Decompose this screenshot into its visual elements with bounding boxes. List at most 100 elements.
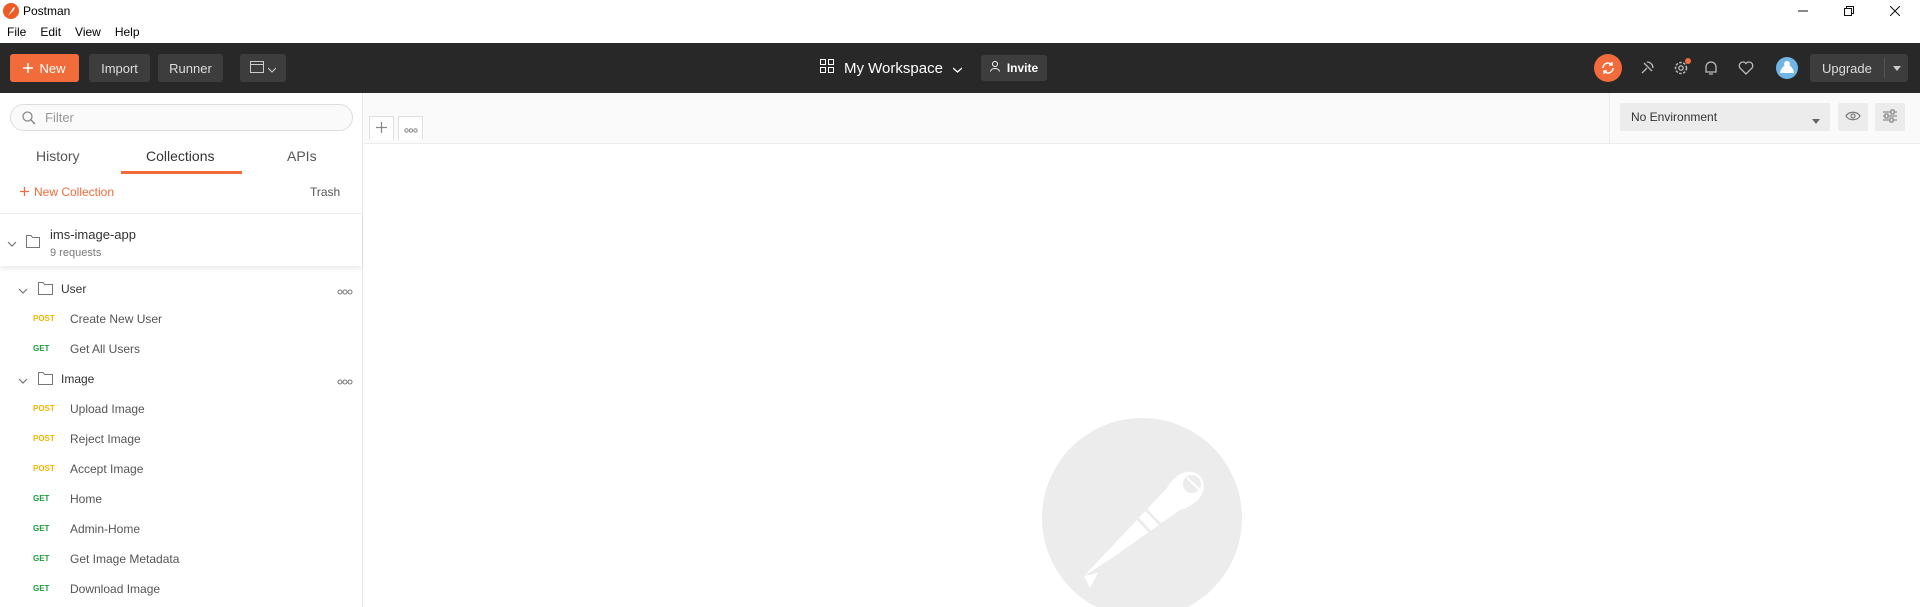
request-item[interactable]: POST Create New User: [0, 305, 362, 333]
plus-icon: [23, 61, 34, 76]
menu-view[interactable]: View: [68, 22, 108, 42]
request-name: Download Image: [70, 582, 161, 596]
new-button[interactable]: New: [10, 54, 79, 82]
method-badge: GET: [33, 554, 50, 563]
chevron-down-icon[interactable]: [18, 284, 28, 298]
plus-icon: [376, 121, 387, 136]
new-window-icon: [250, 60, 264, 76]
invite-button-label: Invite: [1006, 61, 1039, 75]
chevron-down-icon[interactable]: [1892, 61, 1902, 78]
new-collection-label: New Collection: [34, 185, 115, 199]
sliders-icon: [1882, 109, 1898, 126]
tab-collections[interactable]: Collections: [146, 148, 214, 164]
folder-icon: [38, 372, 53, 388]
upgrade-button-label: Upgrade: [1822, 60, 1872, 76]
collection-item[interactable]: ims-image-app 9 requests: [0, 213, 362, 266]
method-badge: POST: [33, 404, 55, 413]
bell-icon[interactable]: [1701, 58, 1721, 78]
folder-icon: [38, 282, 53, 298]
more-icon[interactable]: [337, 284, 353, 298]
environment-label: No Environment: [1631, 110, 1718, 124]
new-collection-button[interactable]: New Collection: [20, 185, 114, 199]
import-button[interactable]: Import: [89, 54, 150, 82]
request-item[interactable]: POST Accept Image: [0, 455, 362, 483]
tab-history[interactable]: History: [36, 148, 80, 164]
sidebar: History Collections APIs New Collection …: [0, 93, 363, 607]
new-button-label: New: [39, 60, 66, 76]
menu-bar: File Edit View Help: [0, 22, 147, 42]
request-item[interactable]: GET Admin-Home: [0, 515, 362, 543]
folder-icon: [26, 234, 42, 251]
request-item[interactable]: GET Download Image: [0, 575, 362, 603]
grid-icon: [820, 59, 834, 77]
heart-icon[interactable]: [1736, 58, 1756, 78]
divider: [1609, 93, 1610, 144]
add-user-icon: [989, 61, 1002, 75]
method-badge: GET: [33, 524, 50, 533]
request-item[interactable]: GET Get All Users: [0, 335, 362, 363]
filter-box[interactable]: [10, 104, 353, 131]
method-badge: GET: [33, 494, 50, 503]
gear-icon[interactable]: [1671, 58, 1691, 78]
menu-file[interactable]: File: [0, 22, 33, 42]
new-window-button[interactable]: [240, 54, 286, 82]
tab-apis[interactable]: APIs: [287, 148, 317, 164]
method-badge: POST: [33, 434, 55, 443]
minimize-icon[interactable]: [1780, 0, 1826, 22]
filter-input[interactable]: [45, 108, 335, 127]
folder-name: Image: [61, 372, 95, 386]
environment-select[interactable]: No Environment: [1620, 103, 1830, 131]
request-name: Home: [70, 492, 103, 506]
method-badge: POST: [33, 464, 55, 473]
more-icon[interactable]: [337, 374, 353, 388]
eye-icon: [1845, 110, 1861, 124]
request-item[interactable]: GET Get Image Metadata: [0, 545, 362, 573]
satellite-icon[interactable]: [1637, 58, 1657, 78]
request-tab-bar: No Environment: [364, 93, 1920, 144]
maximize-icon[interactable]: [1826, 0, 1872, 22]
app-header: New Import Runner My Workspace Invite Up…: [0, 43, 1920, 93]
method-badge: GET: [33, 584, 50, 593]
active-tab-indicator: [121, 171, 242, 174]
sync-icon[interactable]: [1594, 54, 1622, 82]
chevron-down-icon[interactable]: [18, 374, 28, 388]
method-badge: POST: [33, 314, 55, 323]
request-name: Upload Image: [70, 402, 145, 416]
main-content: No Environment: [364, 93, 1920, 607]
request-name: Get Image Metadata: [70, 552, 180, 566]
divider: [1884, 58, 1885, 78]
request-name: Accept Image: [70, 462, 144, 476]
plus-icon: [20, 185, 29, 199]
request-item[interactable]: POST Upload Image: [0, 395, 362, 423]
environment-quick-look-button[interactable]: [1838, 103, 1868, 131]
notification-dot: [1685, 58, 1691, 64]
avatar[interactable]: [1776, 57, 1798, 79]
menu-edit[interactable]: Edit: [33, 22, 68, 42]
collection-name: ims-image-app: [50, 227, 136, 242]
menu-help[interactable]: Help: [108, 22, 147, 42]
request-name: Create New User: [70, 312, 163, 326]
folder-name: User: [61, 282, 87, 296]
new-tab-button[interactable]: [369, 116, 394, 140]
chevron-down-icon[interactable]: [7, 237, 17, 251]
invite-button[interactable]: Invite: [981, 55, 1047, 81]
folder-row[interactable]: Image: [0, 365, 362, 393]
manage-environments-button[interactable]: [1875, 103, 1905, 131]
chevron-down-icon: [267, 61, 277, 76]
workspace-switcher[interactable]: My Workspace: [820, 55, 963, 81]
request-name: Admin-Home: [70, 522, 141, 536]
workspace-label: My Workspace: [844, 59, 943, 77]
trash-link[interactable]: Trash: [310, 185, 340, 199]
request-item[interactable]: GET Home: [0, 485, 362, 513]
postman-logo-icon: [1042, 418, 1242, 607]
request-name: Get All Users: [70, 342, 141, 356]
upgrade-button[interactable]: Upgrade: [1810, 54, 1908, 82]
close-icon[interactable]: [1872, 0, 1918, 22]
chevron-down-icon: [1812, 114, 1820, 128]
folder-row[interactable]: User: [0, 275, 362, 303]
tab-options-button[interactable]: [398, 116, 423, 140]
more-icon: [403, 122, 418, 136]
request-item[interactable]: POST Reject Image: [0, 425, 362, 453]
runner-button[interactable]: Runner: [158, 54, 223, 82]
collection-count: 9 requests: [50, 247, 102, 259]
